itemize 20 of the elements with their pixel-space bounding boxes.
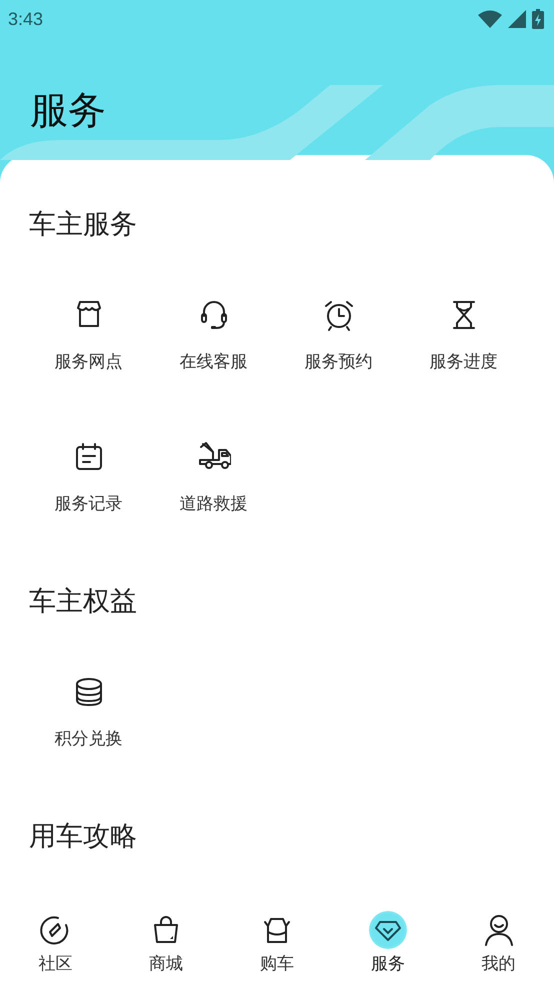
service-item[interactable]: 在线客服 — [180, 350, 248, 374]
nav-tab[interactable]: 购车 — [260, 952, 294, 976]
service-item[interactable]: 服务网点 — [54, 350, 122, 374]
nav-tab[interactable]: 服务 — [370, 952, 405, 976]
section-title: 车主权益 — [29, 585, 137, 619]
battery-icon — [532, 9, 544, 29]
nav-tab[interactable]: 社区 — [38, 952, 72, 976]
service-item[interactable]: 服务进度 — [430, 350, 498, 374]
service-item[interactable]: 道路救援 — [180, 492, 248, 516]
service-item[interactable]: 服务记录 — [54, 492, 122, 516]
nav-tab[interactable]: 我的 — [482, 952, 516, 976]
service-item[interactable]: 积分兑换 — [54, 727, 122, 751]
wifi-icon — [478, 10, 502, 28]
service-item[interactable]: 服务预约 — [304, 350, 372, 374]
nav-tab[interactable]: 商城 — [149, 952, 184, 976]
status-time: 3:43 — [8, 8, 44, 30]
signal-icon — [508, 10, 526, 28]
section-title: 用车攻略 — [29, 820, 137, 854]
page-title: 服务 — [30, 88, 106, 132]
section-title: 车主服务 — [29, 208, 137, 242]
